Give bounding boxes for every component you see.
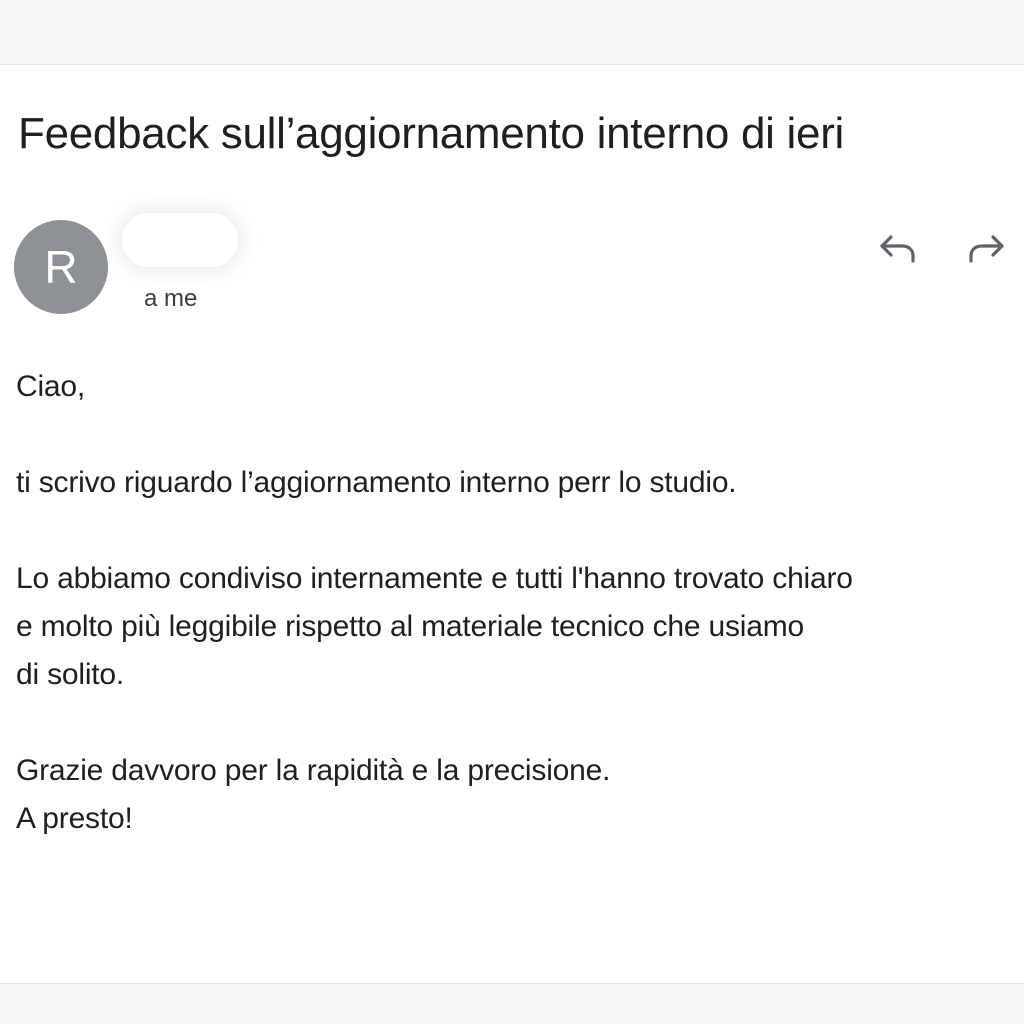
body-paragraph-2-line-3: di solito.	[16, 658, 125, 691]
reply-icon	[880, 235, 915, 263]
greeting: Ciao,	[16, 370, 86, 403]
closing-line-2: A presto!	[16, 802, 133, 835]
recipient-line[interactable]: a me	[144, 285, 197, 313]
avatar[interactable]: R	[14, 220, 108, 314]
body-paragraph-2-line-2: e molto più leggibile rispetto al materi…	[16, 610, 805, 643]
body-paragraph-2-line-1: Lo abbiamo condiviso internamente e tutt…	[16, 562, 853, 595]
closing: Grazie davvoro per la rapidità e la prec…	[16, 747, 1016, 843]
body-paragraph-1: ti scrivo riguardo l’aggiornamento inter…	[16, 466, 737, 499]
forward-button[interactable]	[966, 228, 1006, 268]
email-subject: Feedback sull’aggiornamento interno di i…	[18, 109, 845, 158]
email-view: Feedback sull’aggiornamento interno di i…	[0, 64, 1024, 984]
body-paragraph-2: Lo abbiamo condiviso internamente e tutt…	[16, 555, 1016, 699]
email-body: Ciao, ti scrivo riguardo l’aggiornamento…	[16, 363, 1016, 843]
forward-icon	[969, 235, 1004, 263]
reply-button[interactable]	[878, 228, 918, 268]
avatar-initial: R	[44, 241, 78, 293]
sender-name[interactable]	[122, 213, 238, 267]
closing-line-1: Grazie davvoro per la rapidità e la prec…	[16, 754, 611, 787]
